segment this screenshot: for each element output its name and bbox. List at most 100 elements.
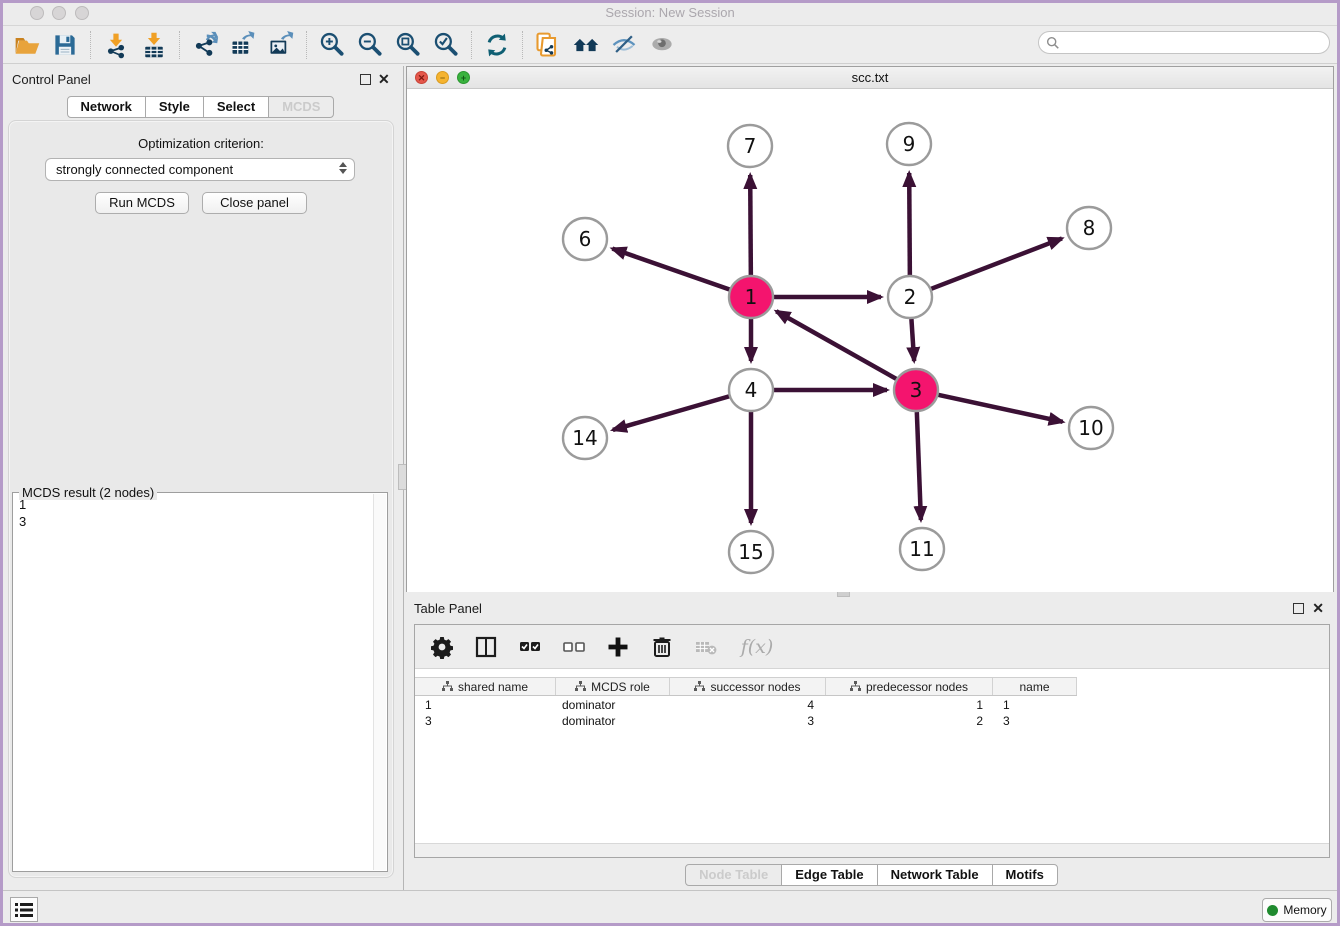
- export-table-icon[interactable]: [224, 29, 262, 61]
- table-split-view-icon[interactable]: [471, 632, 501, 662]
- svg-text:14: 14: [572, 426, 597, 450]
- optimization-criterion-select[interactable]: strongly connected component: [45, 158, 355, 181]
- svg-text:10: 10: [1078, 416, 1103, 440]
- graph-node-8[interactable]: 8: [1067, 207, 1111, 249]
- home-icon[interactable]: [567, 29, 605, 61]
- network-close-icon[interactable]: ✕: [415, 71, 428, 84]
- tab-mcds[interactable]: MCDS: [268, 96, 334, 118]
- column-header[interactable]: successor nodes: [670, 678, 826, 695]
- duplicate-network-icon[interactable]: [529, 29, 567, 61]
- graph-node-7[interactable]: 7: [728, 125, 772, 167]
- table-cell: dominator: [556, 714, 670, 728]
- toolbar-separator: [306, 31, 307, 59]
- show-all-icon[interactable]: [643, 29, 681, 61]
- close-panel-button[interactable]: Close panel: [202, 192, 307, 214]
- window-close-icon[interactable]: [30, 6, 44, 20]
- tab-node-table[interactable]: Node Table: [685, 864, 782, 886]
- table-deselect-all-icon[interactable]: [559, 632, 589, 662]
- graph-node-15[interactable]: 15: [729, 531, 773, 573]
- float-panel-icon[interactable]: [360, 74, 371, 85]
- table-add-column-icon[interactable]: [603, 632, 633, 662]
- table-cell: dominator: [556, 698, 670, 712]
- column-type-icon: [575, 681, 586, 692]
- float-table-panel-icon[interactable]: [1293, 603, 1304, 614]
- graph-node-3[interactable]: 3: [894, 369, 938, 411]
- graph-node-6[interactable]: 6: [563, 218, 607, 260]
- tab-edge-table[interactable]: Edge Table: [781, 864, 877, 886]
- tab-motifs[interactable]: Motifs: [992, 864, 1058, 886]
- zoom-out-icon[interactable]: [351, 29, 389, 61]
- window-minimize-icon[interactable]: [52, 6, 66, 20]
- tab-select[interactable]: Select: [203, 96, 269, 118]
- table-delete-table-icon[interactable]: [691, 632, 721, 662]
- memory-button[interactable]: Memory: [1262, 898, 1332, 922]
- memory-status-icon: [1267, 905, 1278, 916]
- import-table-icon[interactable]: [135, 29, 173, 61]
- node-table: f(x) shared name MCDS role successor nod…: [414, 624, 1330, 858]
- table-toolbar: f(x): [415, 625, 1329, 669]
- close-table-panel-icon[interactable]: ✕: [1312, 603, 1324, 614]
- function-builder-icon[interactable]: f(x): [735, 632, 779, 662]
- column-header[interactable]: MCDS role: [556, 678, 670, 695]
- graph-node-11[interactable]: 11: [900, 528, 944, 570]
- svg-text:3: 3: [910, 378, 923, 402]
- tab-network[interactable]: Network: [67, 96, 146, 118]
- mcds-result-box[interactable]: MCDS result (2 nodes) 1 3: [12, 492, 388, 872]
- table-panel-header: Table Panel ✕: [408, 598, 1338, 622]
- mcds-result-scrollbar[interactable]: [373, 494, 386, 870]
- window-zoom-icon[interactable]: [75, 6, 89, 20]
- network-zoom-icon[interactable]: +: [457, 71, 470, 84]
- save-session-icon[interactable]: [46, 29, 84, 61]
- network-window-title: scc.txt: [407, 67, 1333, 89]
- search-input[interactable]: [1060, 33, 1329, 52]
- window-title: Session: New Session: [0, 0, 1340, 26]
- graph-edge: [937, 395, 1062, 422]
- graph-node-2[interactable]: 2: [888, 276, 932, 318]
- export-network-icon[interactable]: [186, 29, 224, 61]
- refresh-icon[interactable]: [478, 29, 516, 61]
- table-cell: 3: [670, 714, 826, 728]
- mcds-result-lines: 1 3: [19, 496, 26, 530]
- tab-network-table[interactable]: Network Table: [877, 864, 993, 886]
- network-graph[interactable]: 7 9 6 8 1 2 4 3 14 10 15 11: [407, 89, 1333, 592]
- column-header[interactable]: predecessor nodes: [826, 678, 993, 695]
- svg-text:4: 4: [745, 378, 758, 402]
- table-delete-column-icon[interactable]: [647, 632, 677, 662]
- table-settings-icon[interactable]: [427, 632, 457, 662]
- network-window-titlebar[interactable]: ✕ − + scc.txt: [407, 67, 1333, 89]
- zoom-in-icon[interactable]: [313, 29, 351, 61]
- dropdown-stepper-icon: [339, 162, 347, 174]
- open-session-icon[interactable]: [8, 29, 46, 61]
- optimization-criterion-label: Optimization criterion:: [0, 136, 402, 151]
- export-image-icon[interactable]: [262, 29, 300, 61]
- graph-node-10[interactable]: 10: [1069, 407, 1113, 449]
- control-panel-header: Control Panel ✕: [0, 66, 402, 94]
- column-header[interactable]: shared name: [415, 678, 556, 695]
- table-panel-title: Table Panel: [414, 601, 482, 616]
- graph-node-9[interactable]: 9: [887, 123, 931, 165]
- table-cell: 3: [415, 714, 556, 728]
- table-cell: 1: [415, 698, 556, 712]
- svg-text:2: 2: [904, 285, 917, 309]
- import-network-icon[interactable]: [97, 29, 135, 61]
- zoom-fit-icon[interactable]: [389, 29, 427, 61]
- tab-style[interactable]: Style: [145, 96, 204, 118]
- run-mcds-button[interactable]: Run MCDS: [95, 192, 189, 214]
- column-type-icon: [850, 681, 861, 692]
- task-list-icon[interactable]: [10, 897, 38, 922]
- table-horizontal-scrollbar[interactable]: [415, 843, 1329, 857]
- network-minimize-icon[interactable]: −: [436, 71, 449, 84]
- hide-selected-icon[interactable]: [605, 29, 643, 61]
- close-panel-icon[interactable]: ✕: [378, 74, 390, 85]
- search-field[interactable]: [1038, 31, 1330, 54]
- table-row[interactable]: 3dominator323: [415, 713, 1329, 729]
- graph-node-4[interactable]: 4: [729, 369, 773, 411]
- mcds-result-line: 3: [19, 513, 26, 530]
- table-row[interactable]: 1dominator411: [415, 697, 1329, 713]
- zoom-selected-icon[interactable]: [427, 29, 465, 61]
- column-header[interactable]: name: [993, 678, 1077, 695]
- table-select-all-icon[interactable]: [515, 632, 545, 662]
- svg-text:9: 9: [903, 132, 916, 156]
- graph-node-1[interactable]: 1: [729, 276, 773, 318]
- graph-node-14[interactable]: 14: [563, 417, 607, 459]
